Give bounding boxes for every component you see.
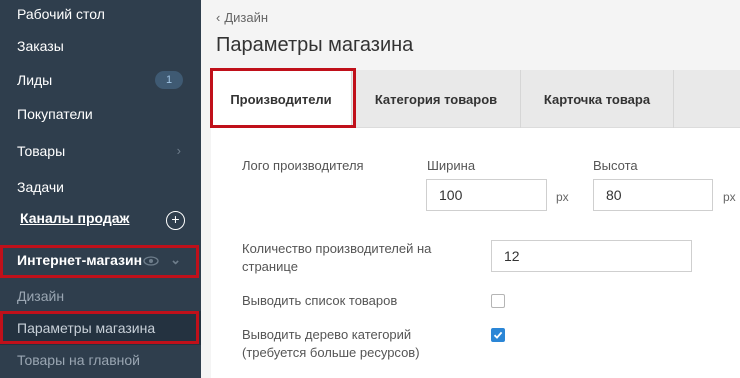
eye-icon[interactable]	[143, 253, 159, 269]
breadcrumb[interactable]: ‹ Дизайн	[216, 10, 268, 25]
count-label-line1: Количество производителей на	[242, 241, 432, 256]
show-tree-label-line1: Выводить дерево категорий	[242, 327, 412, 342]
sidebar-item-tasks[interactable]: Задачи	[0, 170, 201, 204]
tab-label: Карточка товара	[543, 91, 651, 107]
sidebar-item-label: Интернет-магазин	[17, 252, 143, 268]
sidebar-item-label: Параметры магазина	[17, 320, 156, 336]
sidebar-item-orders[interactable]: Заказы	[0, 29, 201, 63]
show-products-label: Выводить список товаров	[242, 293, 398, 308]
add-channel-icon[interactable]: +	[166, 211, 185, 230]
chevron-right-icon: ›	[176, 143, 181, 158]
show-tree-label-line2: (требуется больше ресурсов)	[242, 345, 420, 360]
sidebar-item-online-store[interactable]: Интернет-магазин ⌄	[0, 243, 201, 277]
sidebar-item-label: Покупатели	[17, 106, 93, 122]
width-label: Ширина	[427, 158, 476, 173]
sidebar-item-label: Дизайн	[17, 288, 65, 304]
sidebar-item-label: Заказы	[17, 38, 64, 54]
count-label-line2: страницe	[242, 259, 299, 274]
manufacturers-count-input[interactable]: 12	[491, 240, 692, 272]
chevron-left-icon: ‹	[216, 10, 221, 25]
width-unit: px	[556, 190, 569, 204]
settings-panel: Лого производителя Ширина 100 px Высота …	[211, 128, 740, 378]
breadcrumb-link[interactable]: Дизайн	[224, 10, 268, 25]
height-label: Высота	[593, 158, 638, 173]
tab-label: Категория товаров	[374, 91, 498, 107]
sidebar-item-label: Рабочий стол	[17, 6, 105, 22]
page-title: Параметры магазина	[216, 34, 414, 56]
logo-label: Лого производителя	[242, 158, 364, 173]
height-unit: px	[723, 190, 736, 204]
sidebar-item-products[interactable]: Товары ›	[0, 134, 201, 168]
sidebar-item-leads[interactable]: Лиды 1	[0, 63, 201, 97]
sidebar-item-desktop[interactable]: Рабочий стол	[0, 0, 201, 31]
leads-count-badge: 1	[155, 71, 183, 89]
checkmark-icon	[493, 331, 503, 339]
tabs-bar: Производители Категория товаров Карточка…	[211, 70, 740, 128]
sales-channels-title[interactable]: Каналы продаж	[20, 210, 129, 226]
sidebar-item-label: Задачи	[17, 179, 65, 195]
tab-product-card[interactable]: Карточка товара	[521, 70, 674, 128]
height-input[interactable]: 80	[593, 179, 713, 211]
sidebar-item-design[interactable]: Дизайн	[0, 279, 201, 313]
sidebar-item-customers[interactable]: Покупатели	[0, 97, 201, 131]
tab-product-category[interactable]: Категория товаров	[352, 70, 521, 128]
sidebar-item-homepage-products[interactable]: Товары на главной	[0, 343, 201, 377]
sidebar-item-label: Товары на главной	[17, 352, 140, 368]
tab-label: Производители	[230, 91, 332, 107]
sidebar: Рабочий стол Заказы Лиды 1 Покупатели То…	[0, 0, 201, 378]
width-input[interactable]: 100	[426, 179, 547, 211]
sidebar-item-store-settings[interactable]: Параметры магазина	[0, 311, 201, 345]
show-tree-checkbox[interactable]	[491, 328, 505, 342]
show-products-checkbox[interactable]	[491, 294, 505, 308]
chevron-down-icon[interactable]: ⌄	[170, 252, 181, 268]
sidebar-item-label: Лиды	[17, 72, 53, 88]
main-content: ‹ Дизайн Параметры магазина Производител…	[201, 0, 740, 378]
tab-manufacturers[interactable]: Производители	[211, 70, 352, 128]
sidebar-item-label: Товары	[17, 143, 66, 159]
